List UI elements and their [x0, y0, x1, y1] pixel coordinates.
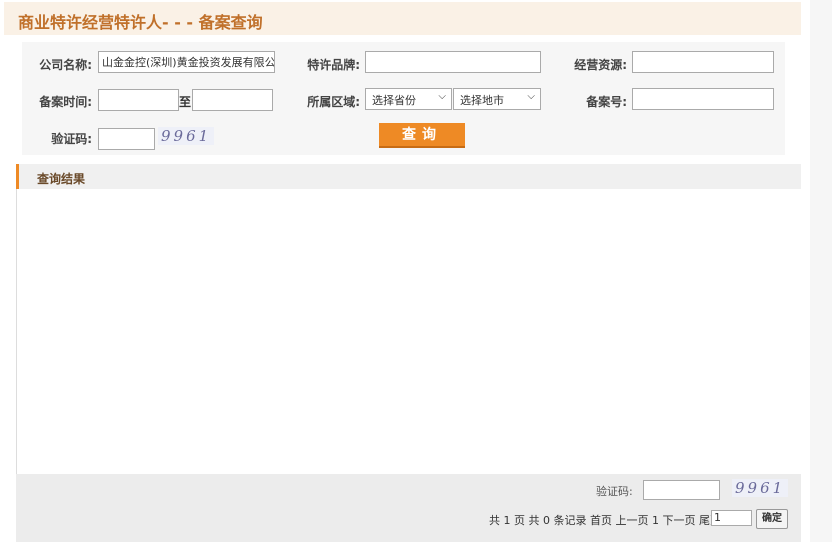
query-button[interactable]: 查询: [379, 123, 465, 148]
results-title: 查询结果: [37, 172, 86, 186]
footer-captcha-label: 验证码:: [596, 485, 633, 498]
footer-captcha-image[interactable]: 9961: [732, 479, 789, 497]
date-from-input[interactable]: [98, 89, 179, 111]
right-margin: [810, 0, 832, 542]
captcha-input[interactable]: [98, 128, 155, 150]
brand-label: 特许品牌:: [307, 58, 360, 72]
confirm-button[interactable]: 确定: [756, 509, 788, 529]
region-label: 所属区域:: [307, 95, 360, 109]
page-header: 商业特许经营特许人- - - 备案查询: [4, 2, 801, 35]
record-label: 备案号:: [586, 95, 627, 109]
province-select[interactable]: 选择省份 ⌵: [365, 88, 452, 110]
company-input[interactable]: 山金金控(深圳)黄金投资发展有限公司: [98, 51, 275, 73]
province-value: 选择省份: [372, 94, 416, 107]
results-area: [16, 189, 802, 474]
pager-text[interactable]: 共 1 页 共 0 条记录 首页 上一页 1 下一页 尾页: [489, 512, 721, 528]
page-input[interactable]: 1: [711, 510, 752, 526]
date-label: 备案时间:: [39, 95, 92, 109]
page-title: 商业特许经营特许人- - - 备案查询: [18, 13, 263, 32]
captcha-image[interactable]: 9961: [158, 127, 215, 145]
chevron-down-icon: ⌵: [527, 91, 535, 102]
date-to-label: 至: [179, 95, 192, 109]
city-select[interactable]: 选择地市 ⌵: [453, 88, 541, 110]
brand-input[interactable]: [365, 51, 541, 73]
record-input[interactable]: [632, 88, 774, 110]
city-value: 选择地市: [460, 94, 504, 107]
captcha-label: 验证码:: [51, 132, 92, 146]
company-label: 公司名称:: [39, 58, 92, 72]
resource-label: 经营资源:: [574, 58, 627, 72]
resource-input[interactable]: [632, 51, 774, 73]
date-to-input[interactable]: [192, 89, 273, 111]
pager-footer: 验证码: 9961 共 1 页 共 0 条记录 首页 上一页 1 下一页 尾页 …: [16, 474, 801, 542]
chevron-down-icon: ⌵: [438, 91, 446, 102]
footer-captcha-input[interactable]: [643, 480, 720, 500]
results-header: 查询结果: [16, 164, 801, 189]
